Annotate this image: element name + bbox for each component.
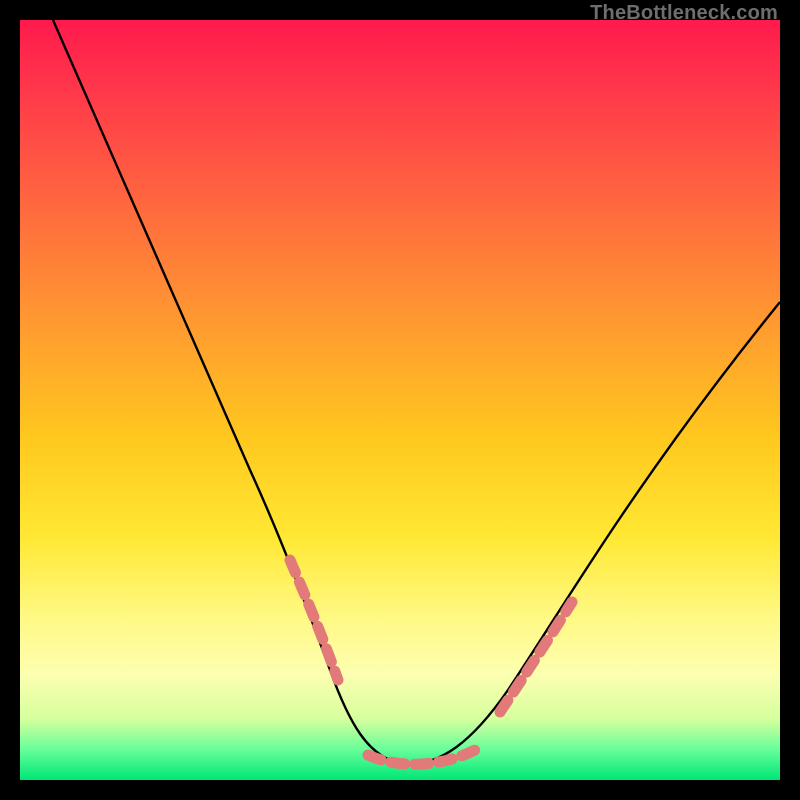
chart-stage: TheBottleneck.com: [0, 0, 800, 800]
highlight-dots-bottom: [368, 750, 475, 764]
highlight-dots-right: [500, 602, 572, 712]
plot-area: [20, 20, 780, 780]
watermark-text: TheBottleneck.com: [590, 2, 778, 25]
highlight-dots: [290, 560, 572, 764]
curve-overlay: [20, 20, 780, 780]
highlight-dots-left: [290, 560, 338, 680]
bottleneck-curve: [53, 20, 780, 764]
